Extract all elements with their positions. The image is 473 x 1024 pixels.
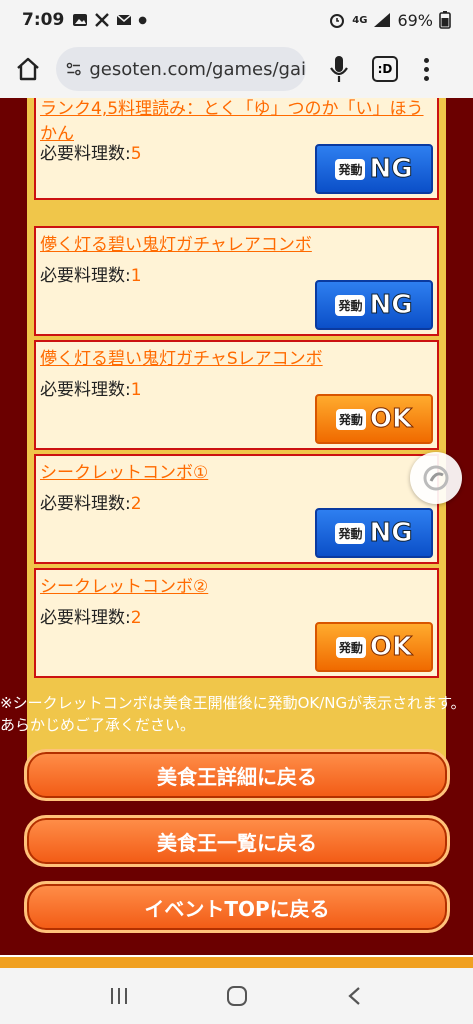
required-dish-count: 必要料理数:5 [40,144,142,164]
address-bar[interactable]: gesoten.com/games/gai [56,47,306,91]
activation-status-badge: 発動 NG [315,280,433,330]
required-dish-count: 必要料理数:2 [40,494,142,514]
activation-status-badge: 発動 NG [315,508,433,558]
secret-combo-note: ※シークレットコンボは美食王開催後に発動OK/NGが表示されます。あらかじめご了… [0,694,466,734]
combo-name-link[interactable]: 儚く灯る碧い鬼灯ガチャSレアコンボ [40,347,431,372]
recent-apps-icon[interactable] [108,985,130,1007]
browser-toolbar: gesoten.com/games/gai :D [0,40,473,98]
back-to-list-button[interactable]: 美食王一覧に戻る [24,815,450,867]
swirl-icon [423,465,449,491]
microphone-icon [330,56,348,82]
footer-menu-strip[interactable] [0,955,473,968]
page-content: ランク4,5料理読み：とく「ゆ」つのか「い」ほうかん 必要料理数:5 発動 NG … [0,98,473,968]
system-navigation-bar [0,968,473,1024]
status-bar: 7:09 ● 4G 69% [0,0,473,40]
x-icon [95,13,110,27]
gallery-icon [73,14,88,26]
browser-menu-button[interactable] [422,57,430,81]
combo-name-link[interactable]: 儚く灯る碧い鬼灯ガチャレアコンボ [40,233,431,258]
network-type: 4G [352,14,368,26]
back-to-event-top-button[interactable]: イベントTOPに戻る [24,881,450,933]
activation-status-badge: 発動 OK [315,622,433,672]
activation-status-badge: 発動 OK [315,394,433,444]
required-dish-count: 必要料理数:1 [40,380,142,400]
home-button[interactable] [10,51,46,87]
home-nav-icon[interactable] [225,984,249,1008]
clock: 7:09 [22,10,65,30]
required-dish-count: 必要料理数:2 [40,608,142,628]
url-text: gesoten.com/games/gai [89,58,306,80]
home-icon [17,57,39,81]
alarm-icon [330,14,345,28]
tab-switcher-button[interactable]: :D [372,56,398,82]
combo-card: シークレットコンボ① 必要料理数:2 発動 NG [34,454,439,564]
floating-game-button[interactable] [410,452,462,504]
combo-card: ランク4,5料理読み：とく「ゆ」つのか「い」ほうかん 必要料理数:5 発動 NG [34,98,439,200]
required-dish-count: 必要料理数:1 [40,266,142,286]
back-icon[interactable] [344,985,366,1007]
combo-name-link[interactable]: シークレットコンボ② [40,575,431,600]
site-settings-icon[interactable] [66,59,81,79]
voice-search-button[interactable] [324,51,354,87]
battery-level: 69% [397,10,433,30]
back-to-detail-button[interactable]: 美食王詳細に戻る [24,749,450,801]
signal-icon [374,13,391,27]
combo-card: 儚く灯る碧い鬼灯ガチャレアコンボ 必要料理数:1 発動 NG [34,226,439,336]
more-notifications-dot-icon: ● [138,14,148,26]
activation-status-badge: 発動 NG [315,144,433,194]
combo-card: シークレットコンボ② 必要料理数:2 発動 OK [34,568,439,678]
combo-card: 儚く灯る碧い鬼灯ガチャSレアコンボ 必要料理数:1 発動 OK [34,340,439,450]
mail-icon [116,14,132,25]
battery-icon [439,11,451,29]
combo-name-link[interactable]: シークレットコンボ① [40,461,431,486]
